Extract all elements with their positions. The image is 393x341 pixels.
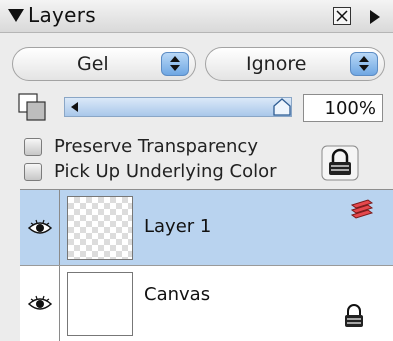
slider-thumb[interactable] xyxy=(273,98,291,116)
layer-thumbnail xyxy=(67,272,133,336)
layer-row-layer-1[interactable]: Layer 1 xyxy=(20,190,393,266)
blend-mode-value: Gel xyxy=(77,53,109,75)
pick-up-underlying-checkbox[interactable] xyxy=(24,163,42,181)
layers-panel: Layers Gel Ignore 100% Preserve Transpar… xyxy=(0,0,393,341)
slider-left-arrow-icon[interactable] xyxy=(71,102,78,112)
layer-thumbnail xyxy=(67,196,133,260)
disclosure-triangle-icon[interactable] xyxy=(8,9,24,22)
pick-up-underlying-label: Pick Up Underlying Color xyxy=(54,161,277,182)
swatch-icon[interactable] xyxy=(18,93,48,123)
visibility-toggle[interactable] xyxy=(20,190,60,266)
stepper-icon xyxy=(350,52,378,76)
layer-row-canvas[interactable]: Canvas xyxy=(20,266,393,341)
layer-name: Canvas xyxy=(144,284,211,305)
layers-list: Layer 1 Canvas xyxy=(20,189,393,341)
composite-popup[interactable]: Ignore xyxy=(205,47,385,81)
layer-stack-icon xyxy=(350,199,374,219)
blend-mode-popup[interactable]: Gel xyxy=(12,47,196,81)
panel-title: Layers xyxy=(28,3,96,27)
composite-value: Ignore xyxy=(246,53,307,75)
opacity-value: 100% xyxy=(324,98,376,119)
opacity-field[interactable]: 100% xyxy=(303,94,383,122)
layer-name: Layer 1 xyxy=(144,216,212,237)
stepper-icon xyxy=(161,52,189,76)
panel-titlebar: Layers xyxy=(0,0,393,33)
lock-icon[interactable] xyxy=(321,145,359,181)
visibility-toggle[interactable] xyxy=(20,266,60,341)
opacity-slider[interactable] xyxy=(64,97,292,117)
eye-icon xyxy=(28,295,52,310)
lock-icon xyxy=(345,304,363,327)
panel-menu-arrow-icon[interactable] xyxy=(370,10,380,24)
eye-icon xyxy=(28,219,52,234)
preserve-transparency-checkbox[interactable] xyxy=(24,138,42,156)
preserve-transparency-label: Preserve Transparency xyxy=(54,136,258,157)
close-box-icon[interactable] xyxy=(333,7,351,25)
